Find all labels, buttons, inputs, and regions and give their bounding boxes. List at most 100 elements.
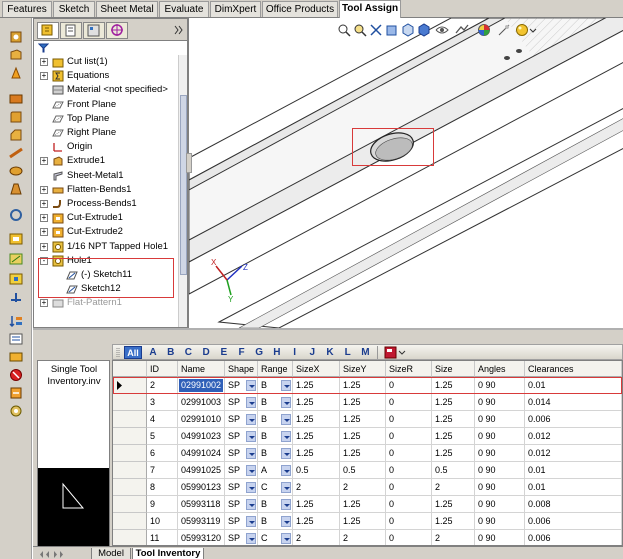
feature-tree-item[interactable]: Material <not specified> xyxy=(34,83,177,97)
cell-name[interactable]: 04991024 xyxy=(178,445,225,462)
cell-id[interactable]: 3 xyxy=(147,394,178,411)
cell-name[interactable]: 04991025 xyxy=(178,462,225,479)
cell-clearances[interactable]: 0.01 xyxy=(525,479,622,496)
cell-range[interactable]: C xyxy=(258,530,293,545)
row-header[interactable] xyxy=(113,513,147,530)
cell-range[interactable]: B xyxy=(258,411,293,428)
cell-sizex[interactable]: 0.5 xyxy=(293,462,340,479)
chevron-down-icon[interactable] xyxy=(246,465,256,476)
letter-filter-button[interactable]: K xyxy=(323,346,337,359)
section-view-icon[interactable] xyxy=(385,23,399,37)
cell-range[interactable]: B xyxy=(258,513,293,530)
tab-tool-inventory[interactable]: Tool Inventory xyxy=(132,548,204,559)
hole-wizard-icon[interactable] xyxy=(8,30,24,44)
cell-shape[interactable]: SP xyxy=(225,428,258,445)
row-header[interactable] xyxy=(113,445,147,462)
chevron-down-icon[interactable] xyxy=(246,533,256,544)
property-manager-tab[interactable] xyxy=(60,22,82,39)
feature-tree-item[interactable]: Top Plane xyxy=(34,112,177,126)
cell-sizer[interactable]: 0 xyxy=(386,479,432,496)
row-header[interactable] xyxy=(113,496,147,513)
letter-filter-button[interactable]: C xyxy=(181,346,195,359)
cell-size[interactable]: 1.25 xyxy=(432,377,475,394)
tab-tool-assign[interactable]: Tool Assign xyxy=(339,0,401,18)
row-header[interactable] xyxy=(113,428,147,445)
list-tool-icon[interactable] xyxy=(8,332,24,346)
view-settings-icon[interactable] xyxy=(497,23,511,37)
letter-filter-button[interactable]: M xyxy=(358,346,372,359)
feature-tree-item[interactable]: + Flatten-Bends1 xyxy=(34,183,177,197)
revolve-tool-icon[interactable] xyxy=(8,66,24,80)
configuration-manager-tab[interactable] xyxy=(83,22,105,39)
instant3d-icon[interactable] xyxy=(8,290,24,304)
cell-id[interactable]: 8 xyxy=(147,479,178,496)
cell-name[interactable]: 02991010 xyxy=(178,411,225,428)
cut-tool-icon[interactable] xyxy=(8,92,24,106)
chevron-down-icon[interactable] xyxy=(281,533,291,544)
extrude-tool-icon[interactable] xyxy=(8,48,24,62)
row-header[interactable] xyxy=(113,530,147,545)
chevron-down-icon[interactable] xyxy=(246,397,256,408)
cell-clearances[interactable]: 0.006 xyxy=(525,530,622,545)
column-header-clearances[interactable]: Clearances xyxy=(525,361,622,377)
column-header-sizey[interactable]: SizeY xyxy=(340,361,386,377)
expand-toggle-icon[interactable]: + xyxy=(40,228,48,237)
cell-size[interactable]: 1.25 xyxy=(432,428,475,445)
cell-sizer[interactable]: 0 xyxy=(386,411,432,428)
pattern-tool-icon[interactable] xyxy=(8,208,24,222)
cell-size[interactable]: 1.25 xyxy=(432,445,475,462)
cell-sizex[interactable]: 1.25 xyxy=(293,513,340,530)
feature-tree-tab[interactable] xyxy=(37,22,59,39)
feature-tree-scrollbar[interactable] xyxy=(178,55,187,327)
row-header[interactable] xyxy=(113,462,147,479)
letter-filter-button[interactable]: I xyxy=(288,346,302,359)
feature-tree-item[interactable]: Front Plane xyxy=(34,98,177,112)
cell-sizex[interactable]: 2 xyxy=(293,479,340,496)
cell-sizey[interactable]: 1.25 xyxy=(340,394,386,411)
cell-clearances[interactable]: 0.012 xyxy=(525,428,622,445)
cell-id[interactable]: 10 xyxy=(147,513,178,530)
view-orientation-icon[interactable] xyxy=(401,23,415,37)
chevron-down-icon[interactable] xyxy=(246,431,256,442)
chevron-down-icon[interactable] xyxy=(246,516,256,527)
feature-tree-item[interactable]: + Cut-Extrude2 xyxy=(34,225,177,239)
cell-sizey[interactable]: 1.25 xyxy=(340,445,386,462)
tab-sketch[interactable]: Sketch xyxy=(53,1,95,17)
draft-tool-icon[interactable] xyxy=(8,182,24,196)
cell-name[interactable]: 05990123 xyxy=(178,479,225,496)
cell-name[interactable]: 05993118 xyxy=(178,496,225,513)
letter-filter-button[interactable]: D xyxy=(199,346,213,359)
cell-sizey[interactable]: 1.25 xyxy=(340,428,386,445)
delete-tool-icon[interactable] xyxy=(8,368,24,382)
graphics-viewport[interactable]: X Y Z xyxy=(188,18,623,328)
zoom-to-fit-icon[interactable] xyxy=(337,23,351,37)
column-header-id[interactable]: ID xyxy=(147,361,178,377)
cell-id[interactable]: 6 xyxy=(147,445,178,462)
cell-range[interactable]: B xyxy=(258,428,293,445)
cell-sizey[interactable]: 1.25 xyxy=(340,513,386,530)
cell-shape[interactable]: SP xyxy=(225,496,258,513)
cell-size[interactable]: 1.25 xyxy=(432,394,475,411)
cell-id[interactable]: 9 xyxy=(147,496,178,513)
chevron-down-icon[interactable] xyxy=(246,414,256,425)
cell-id[interactable]: 4 xyxy=(147,411,178,428)
cell-shape[interactable]: SP xyxy=(225,411,258,428)
column-header-sizer[interactable]: SizeR xyxy=(386,361,432,377)
cell-size[interactable]: 1.25 xyxy=(432,513,475,530)
tab-model[interactable]: Model xyxy=(91,548,131,559)
chevron-down-icon[interactable] xyxy=(281,516,291,527)
chevron-down-icon[interactable] xyxy=(246,448,256,459)
cell-angles[interactable]: 0 90 xyxy=(475,445,525,462)
scrollbar-thumb[interactable] xyxy=(180,95,187,275)
cell-shape[interactable]: SP xyxy=(225,530,258,545)
expand-toggle-icon[interactable]: + xyxy=(40,299,48,308)
edit-appearance-icon[interactable] xyxy=(455,23,469,37)
tab-office-products[interactable]: Office Products xyxy=(262,1,338,17)
cell-angles[interactable]: 0 90 xyxy=(475,377,525,394)
book-dropdown-icon[interactable] xyxy=(383,346,407,359)
cell-size[interactable]: 2 xyxy=(432,530,475,545)
letter-filter-button[interactable]: G xyxy=(252,346,266,359)
cell-name[interactable]: 04991023 xyxy=(178,428,225,445)
cell-sizex[interactable]: 1.25 xyxy=(293,394,340,411)
chamfer-tool-icon[interactable] xyxy=(8,128,24,142)
